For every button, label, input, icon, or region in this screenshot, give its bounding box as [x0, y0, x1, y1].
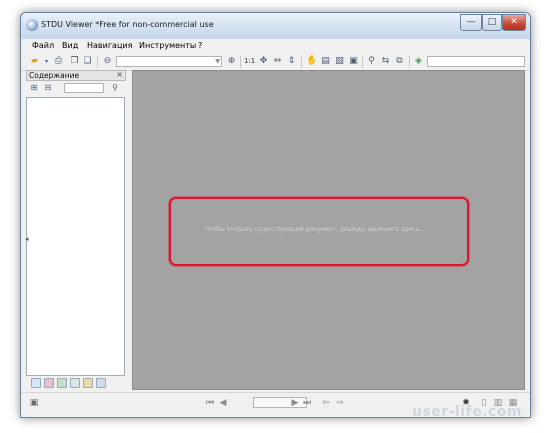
last-page-icon[interactable]: ⏭: [302, 398, 312, 408]
minimize-button[interactable]: —: [460, 14, 482, 31]
next-page-icon[interactable]: ▶: [290, 398, 300, 408]
toolbar-separator: [409, 56, 410, 68]
sidebar-search-input[interactable]: [64, 83, 104, 93]
chevron-down-icon: ▼: [215, 58, 220, 65]
menu-navigation[interactable]: Навигация: [87, 41, 132, 50]
zoom-combo[interactable]: ▼: [116, 56, 222, 67]
search-input[interactable]: [427, 56, 525, 67]
app-logo-icon: [26, 19, 38, 31]
web-icon[interactable]: ◈: [413, 56, 424, 67]
binoculars-icon[interactable]: ⚲: [110, 83, 120, 93]
close-button[interactable]: ✕: [502, 14, 526, 31]
next-result-icon[interactable]: ⧉: [394, 56, 405, 67]
fit-width-icon[interactable]: ⇔: [272, 56, 283, 67]
zoom-in-icon[interactable]: ⊕: [226, 56, 237, 67]
panel-toggle-icon[interactable]: ▣: [29, 398, 39, 408]
toolbar-separator: [301, 56, 302, 68]
prev-page-icon[interactable]: ◀: [218, 398, 228, 408]
close-icon[interactable]: ×: [116, 70, 123, 79]
contents-sidebar: Содержание × ⊞ ⊟ ⚲: [26, 70, 126, 390]
first-page-icon[interactable]: ⏮: [205, 398, 215, 408]
expand-all-icon[interactable]: ⊞: [29, 83, 39, 93]
tab-search[interactable]: [70, 378, 80, 388]
prev-result-icon[interactable]: ⇆: [380, 56, 391, 67]
fit-height-icon[interactable]: ⇕: [286, 56, 297, 67]
window-title: STDU Viewer *Free for non-commercial use: [41, 20, 214, 29]
zoom-out-icon[interactable]: ⊖: [102, 56, 113, 67]
tab-bookmarks[interactable]: [44, 378, 54, 388]
menu-bar: Файл Вид Навигация Инструменты ?: [21, 39, 530, 54]
maximize-button[interactable]: □: [482, 14, 502, 31]
toolbar-separator: [362, 56, 363, 68]
back-icon[interactable]: ⇦: [321, 398, 331, 408]
splitter-arrow-icon[interactable]: ◂: [25, 235, 29, 243]
hand-tool-icon[interactable]: ✋: [306, 56, 317, 67]
sidebar-header: Содержание ×: [26, 70, 126, 81]
snapshot-icon[interactable]: ▣: [348, 56, 359, 67]
print-icon[interactable]: ⎙: [53, 56, 64, 67]
tab-thumbnails[interactable]: [57, 378, 67, 388]
copy-page-icon[interactable]: ❐: [69, 56, 80, 67]
menu-help[interactable]: ?: [198, 41, 202, 50]
menu-view[interactable]: Вид: [62, 41, 78, 50]
select-image-icon[interactable]: ▧: [334, 56, 345, 67]
watermark: user-life.com: [412, 404, 523, 420]
tab-marks[interactable]: [96, 378, 106, 388]
export-icon[interactable]: ❏: [82, 56, 93, 67]
tab-contents[interactable]: [31, 378, 41, 388]
forward-icon[interactable]: ⇨: [335, 398, 345, 408]
dropdown-arrow-icon[interactable]: ▾: [41, 56, 52, 67]
find-icon[interactable]: ⚲: [366, 56, 377, 67]
toolbar-separator: [240, 56, 241, 68]
actual-size-button[interactable]: 1:1: [244, 57, 255, 65]
toolbar: ▰ ▾ ⎙ ❐ ❏ ⊖ ▼ ⊕ 1:1 ✥ ⇔ ⇕ ✋ ▤ ▧ ▣ ⚲ ⇆ ⧉ …: [21, 54, 530, 71]
sidebar-title: Содержание: [29, 71, 80, 80]
open-folder-icon[interactable]: ▰: [29, 56, 40, 67]
fit-page-icon[interactable]: ✥: [258, 56, 269, 67]
toolbar-separator: [97, 56, 98, 68]
title-bar[interactable]: STDU Viewer *Free for non-commercial use…: [21, 13, 530, 39]
collapse-all-icon[interactable]: ⊟: [43, 83, 53, 93]
sidebar-tabs: [26, 377, 126, 390]
tab-pages[interactable]: [83, 378, 93, 388]
contents-tree[interactable]: [26, 97, 125, 376]
sidebar-toolbar: ⊞ ⊟ ⚲: [26, 82, 126, 95]
open-document-hint[interactable]: Чтобы открыть существующий документ, два…: [205, 226, 425, 233]
menu-tools[interactable]: Инструменты: [139, 41, 196, 50]
menu-file[interactable]: Файл: [32, 41, 54, 50]
select-text-icon[interactable]: ▤: [320, 56, 331, 67]
